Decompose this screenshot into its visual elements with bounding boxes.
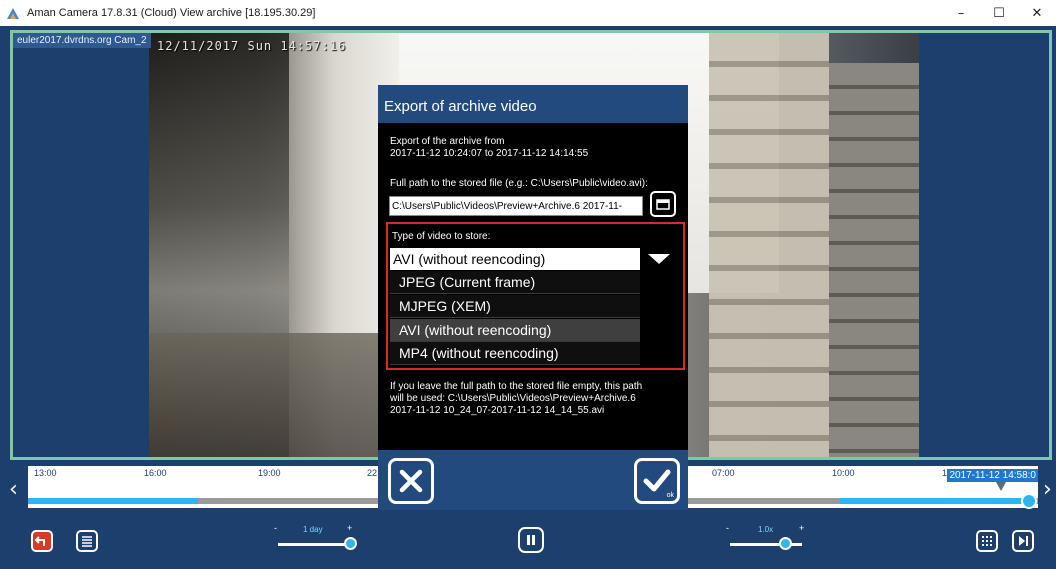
export-range-label: Export of the archive from	[390, 136, 505, 147]
zoom-minus[interactable]: -	[274, 523, 277, 533]
frame-building-far	[829, 63, 919, 457]
video-type-label: Type of video to store:	[392, 231, 491, 242]
video-type-option[interactable]: JPEG (Current frame)	[390, 271, 640, 294]
maximize-button[interactable]: ☐	[980, 0, 1018, 26]
back-arrow-icon	[35, 536, 45, 546]
folder-icon	[656, 199, 670, 210]
default-path-note-line3: 2017-11-12 10_24_07-2017-11-12 14_14_55.…	[390, 405, 605, 416]
speed-label: 1.0x	[758, 525, 774, 534]
app-logo-icon	[5, 5, 21, 21]
playback-controls: - 1 day + - 1.0x +	[0, 519, 1056, 569]
dropdown-arrow-icon[interactable]	[648, 254, 670, 264]
video-type-option[interactable]: MJPEG (XEM)	[390, 295, 640, 318]
timeline-tick: 16:00	[144, 468, 167, 478]
export-range-value: 2017-11-12 10:24:07 to 2017-11-12 14:14:…	[390, 148, 589, 159]
window-controls: – ☐ ✕	[942, 0, 1056, 26]
ok-button[interactable]: ok	[634, 458, 680, 504]
video-type-select[interactable]: AVI (without reencoding)	[390, 248, 640, 270]
cancel-button[interactable]	[388, 458, 434, 504]
zoom-slider-handle[interactable]	[344, 537, 357, 550]
browse-folder-button[interactable]	[650, 191, 676, 217]
grid-icon	[982, 536, 992, 546]
speed-minus[interactable]: -	[726, 523, 729, 533]
video-timestamp: 12/11/2017 Sun 14:57:16	[157, 39, 347, 53]
dialog-footer: ok	[378, 450, 688, 510]
back-button[interactable]	[31, 530, 53, 552]
path-input[interactable]: C:\Users\Public\Videos\Preview+Archive.6…	[389, 196, 643, 216]
timeline-recorded-segment	[28, 498, 198, 504]
speed-plus[interactable]: +	[799, 523, 804, 533]
export-end-marker[interactable]	[996, 482, 1006, 491]
close-button[interactable]: ✕	[1018, 0, 1056, 26]
timeline-tick: 13:00	[34, 468, 57, 478]
ok-sub-label: ok	[666, 492, 674, 499]
zoom-slider-track[interactable]	[278, 543, 352, 546]
list-button[interactable]	[76, 530, 98, 552]
close-icon	[399, 469, 423, 493]
pause-button[interactable]	[518, 527, 544, 553]
timeline-tick: 19:00	[258, 468, 281, 478]
minimize-button[interactable]: –	[942, 0, 980, 26]
timeline-prev-arrow-icon[interactable]: ‹	[9, 477, 18, 502]
path-label: Full path to the stored file (e.g.: C:\U…	[390, 178, 648, 189]
window-titlebar: Aman Camera 17.8.31 (Cloud) View archive…	[0, 0, 1056, 26]
skip-end-icon	[1019, 536, 1028, 546]
frame-building	[709, 33, 829, 457]
timeline-next-arrow-icon[interactable]: ›	[1043, 477, 1052, 502]
camera-label: euler2017.dvrdns.org Cam_2	[13, 33, 151, 48]
list-icon	[82, 536, 92, 547]
dialog-title: Export of archive video	[378, 85, 688, 123]
timeline-recorded-segment	[840, 498, 1030, 504]
checkmark-icon	[643, 469, 671, 492]
video-type-panel: Type of video to store: AVI (without ree…	[386, 222, 685, 370]
video-type-option[interactable]: MP4 (without reencoding)	[390, 342, 640, 365]
default-path-note-line2: will be used: C:\Users\Public\Videos\Pre…	[390, 393, 636, 404]
default-path-note: If you leave the full path to the stored…	[390, 381, 643, 392]
timeline-current-datetime: 2017-11-12 14:58:0	[947, 469, 1038, 482]
timeline-tick: 07:00	[712, 468, 735, 478]
timeline-tick: 22	[367, 468, 378, 478]
skip-to-end-button[interactable]	[1012, 530, 1034, 552]
export-start-marker[interactable]	[851, 482, 861, 491]
pause-icon	[527, 535, 535, 545]
video-type-option-selected[interactable]: AVI (without reencoding)	[390, 319, 640, 342]
layout-grid-button[interactable]	[976, 530, 998, 552]
window-title: Aman Camera 17.8.31 (Cloud) View archive…	[27, 7, 316, 19]
speed-slider-handle[interactable]	[779, 537, 792, 550]
zoom-plus[interactable]: +	[347, 523, 352, 533]
timeline-tick: 10:00	[832, 468, 855, 478]
zoom-label: 1 day	[303, 525, 323, 534]
export-dialog: Export of archive video Export of the ar…	[378, 85, 688, 510]
timeline-position-handle[interactable]	[1021, 493, 1037, 509]
